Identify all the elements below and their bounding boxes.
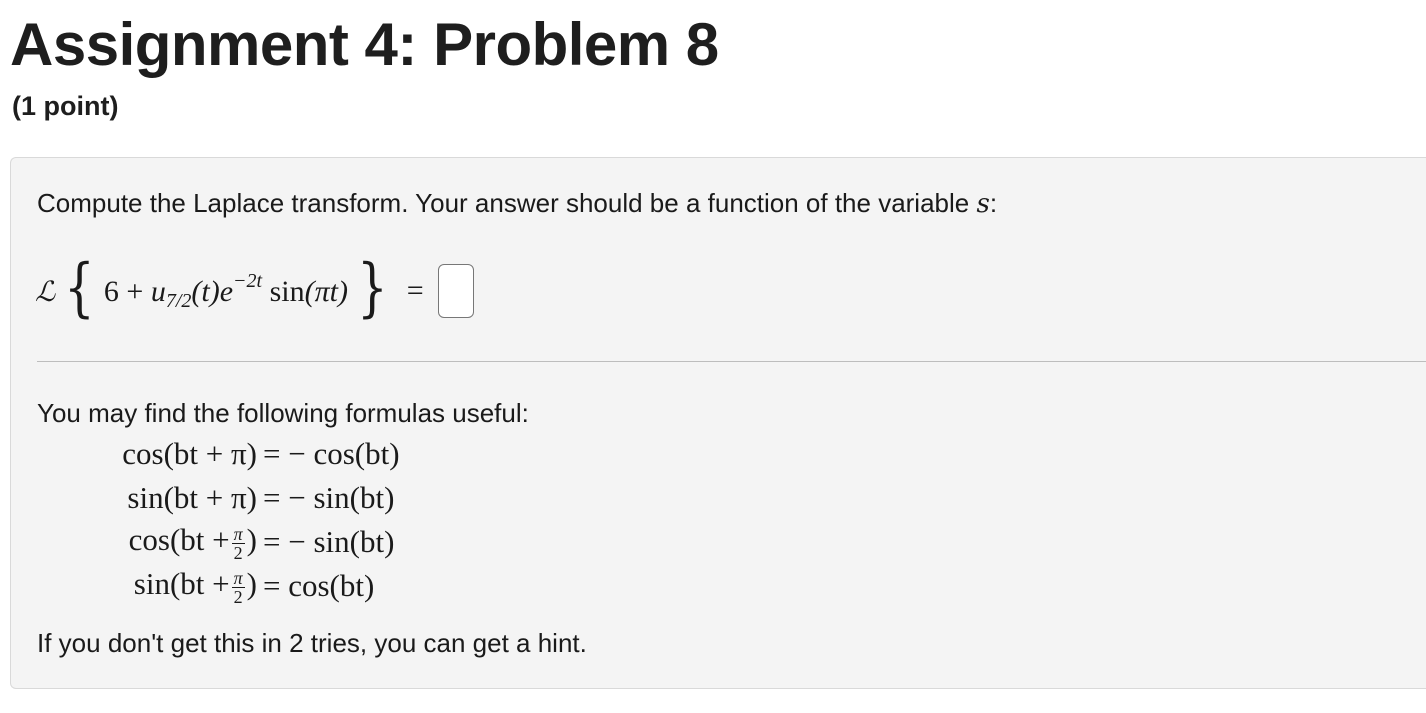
formula-row: cos(bt + π) = − cos(bt)	[91, 432, 400, 476]
page-title: Assignment 4: Problem 8	[10, 11, 719, 78]
fraction-denominator: 2	[233, 542, 243, 563]
exp-power: −2t	[233, 269, 263, 292]
formula-rhs: = − sin(bt)	[263, 480, 395, 515]
step-argument: (t)	[191, 274, 220, 308]
problem-prompt: Compute the Laplace transform. Your answ…	[37, 186, 997, 221]
problem-container: Compute the Laplace transform. Your answ…	[10, 157, 1426, 689]
formula-row: sin(bt + π) = − sin(bt)	[91, 476, 400, 520]
fraction-numerator: π	[231, 523, 245, 544]
right-brace: }	[357, 251, 388, 325]
equals-sign: =	[406, 274, 424, 307]
sine-argument: (πt)	[304, 274, 348, 308]
formula-lhs-func: sin(bt +	[133, 566, 230, 602]
sine-function: sin	[269, 274, 305, 308]
equation-expression: 6 + u7/2(t)e−2t sin(πt)	[100, 270, 352, 313]
formula-list: cos(bt + π) = − cos(bt) sin(bt + π) = − …	[91, 432, 400, 608]
problem-points: (1 point)	[12, 91, 119, 121]
formula-lhs: sin(bt + π 2)	[91, 566, 257, 605]
fraction-numerator: π	[231, 567, 245, 588]
formula-rhs: = − cos(bt)	[263, 436, 400, 471]
exp-base: e	[219, 274, 234, 308]
fraction: π2	[231, 567, 245, 607]
formula-lhs: sin(bt + π)	[127, 480, 257, 515]
answer-input[interactable]	[437, 264, 474, 318]
plus-sign: +	[126, 274, 144, 308]
formula-lhs-close: )	[246, 566, 257, 602]
step-function: u	[150, 274, 166, 308]
formula-lhs-func: cos(bt +	[128, 522, 230, 558]
fraction-denominator: 2	[233, 586, 243, 607]
formula-lhs: cos(bt + π)	[122, 436, 257, 471]
formulas-label: You may find the following formulas usef…	[37, 398, 529, 428]
formula-rhs: = − sin(bt)	[263, 524, 395, 559]
formula-lhs: cos(bt + π 2)	[91, 522, 257, 561]
fraction: π2	[231, 523, 245, 563]
prompt-colon: :	[989, 188, 998, 218]
variable-s: s	[976, 189, 990, 219]
formula-rhs: = cos(bt)	[263, 568, 375, 603]
laplace-operator: ℒ	[35, 274, 56, 308]
formula-row: cos(bt + π 2) = − sin(bt)	[91, 520, 400, 564]
section-divider	[37, 361, 1426, 362]
step-subscript: 7/2	[165, 289, 192, 312]
formula-lhs-close: )	[246, 522, 257, 558]
formula-row: sin(bt + π 2) = cos(bt)	[91, 564, 400, 608]
left-brace: {	[64, 251, 95, 325]
prompt-text: Compute the Laplace transform. Your answ…	[37, 188, 970, 218]
laplace-equation: ℒ { 6 + u7/2(t)e−2t sin(πt) } =	[35, 246, 474, 336]
hint-text: If you don't get this in 2 tries, you ca…	[37, 628, 587, 658]
constant-term: 6	[103, 274, 119, 308]
